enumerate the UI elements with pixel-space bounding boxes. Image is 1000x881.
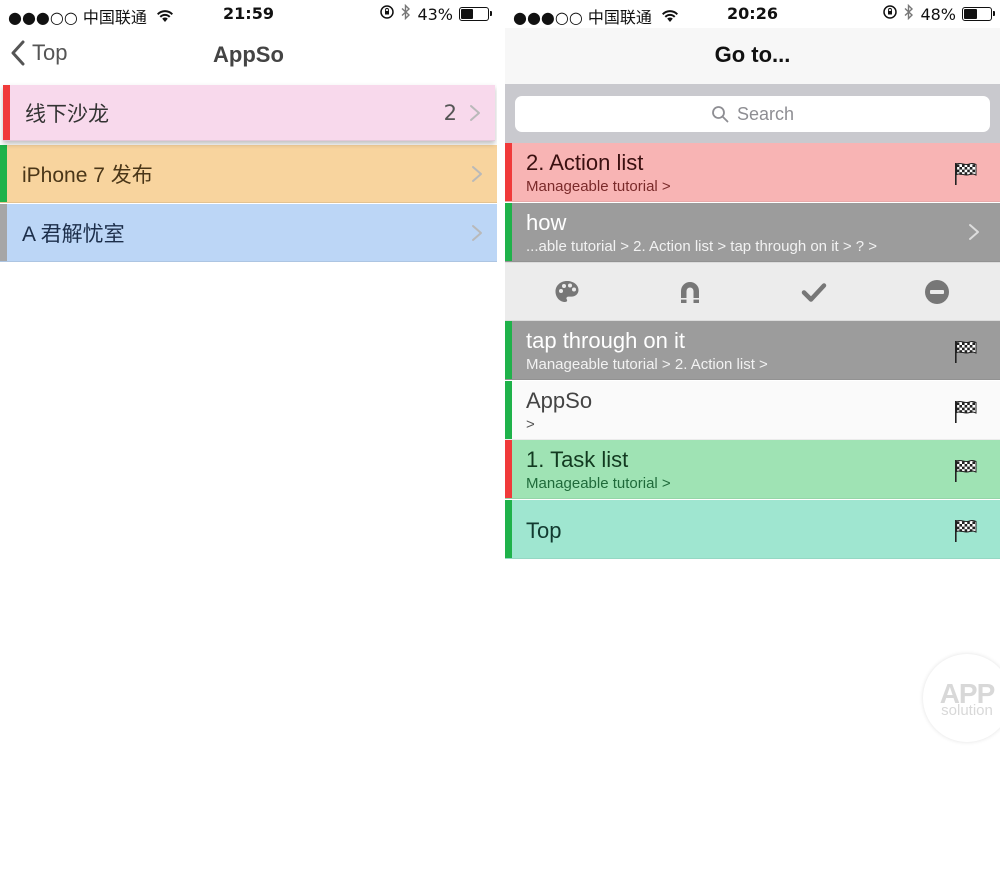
page-title: AppSo [213, 42, 284, 67]
search-input[interactable]: Search [515, 96, 990, 132]
destination-path: Manageable tutorial > 2. Action list > [526, 356, 768, 373]
list-item-label: iPhone 7 发布 [22, 163, 153, 187]
destination-path: Manageable tutorial > [526, 475, 671, 492]
status-bar: ●●●○○ 中国联通 21:59 43% [0, 0, 497, 28]
palette-icon[interactable] [553, 278, 581, 306]
list-item-label: 线下沙龙 [25, 102, 109, 126]
destination-row[interactable]: 2. Action list Manageable tutorial > [505, 143, 1000, 202]
list-item[interactable]: 线下沙龙 2 [3, 85, 495, 141]
destination-path: > [526, 415, 535, 433]
chevron-right-icon [471, 224, 483, 242]
page-title: Go to... [714, 42, 791, 67]
search-placeholder: Search [736, 103, 795, 124]
flag-icon[interactable] [952, 160, 978, 186]
destination-row[interactable]: tap through on it Manageable tutorial > 2… [505, 321, 1000, 380]
color-tag-bar [505, 499, 512, 558]
color-tag-bar [505, 321, 512, 379]
destination-title: 2. Action list [526, 150, 644, 175]
watermark-line2: solution [941, 702, 993, 719]
nav-bar: Top AppSo [0, 28, 497, 84]
list-item-label: A 君解忧室 [22, 222, 125, 246]
flag-icon[interactable] [952, 457, 978, 483]
orientation-lock-icon [882, 4, 898, 24]
status-bar: ●●●○○ 中国联通 20:26 48% [505, 0, 1000, 28]
color-tag-bar [505, 143, 512, 201]
color-tag-bar [0, 145, 7, 202]
destination-row[interactable]: 1. Task list Manageable tutorial > [505, 440, 1000, 499]
screen-divider [497, 0, 505, 881]
destination-row[interactable]: AppSo > [505, 380, 1000, 440]
search-icon [712, 106, 729, 123]
destination-row[interactable]: how ...able tutorial > 2. Action list > t… [505, 202, 1000, 262]
destination-row[interactable]: Top [505, 499, 1000, 559]
battery-icon [962, 7, 995, 21]
orientation-lock-icon [379, 4, 395, 24]
left-screen: ●●●○○ 中国联通 21:59 43% Top AppSo 线下沙龙 2 iPho… [0, 0, 497, 881]
destination-path: Manageable tutorial > [526, 178, 671, 195]
destination-title: Top [526, 517, 562, 543]
watermark-logo: APP solution [923, 654, 1000, 742]
battery-icon [459, 7, 492, 21]
list-item[interactable]: A 君解忧室 [0, 204, 497, 262]
flag-icon[interactable] [952, 517, 978, 543]
row-action-bar [505, 262, 1000, 321]
battery-percent: 48% [920, 4, 956, 24]
color-tag-bar [505, 202, 512, 261]
chevron-right-icon [968, 223, 980, 241]
flag-icon[interactable] [952, 398, 978, 424]
list-item[interactable]: iPhone 7 发布 [0, 145, 497, 203]
battery-percent: 43% [417, 4, 453, 24]
destination-title: how [526, 209, 567, 235]
item-count-badge: 2 [443, 100, 457, 125]
nav-bar: Go to... [505, 28, 1000, 84]
chevron-right-icon [471, 165, 483, 183]
color-tag-bar [0, 204, 7, 261]
destination-title: 1. Task list [526, 447, 629, 472]
color-tag-bar [3, 85, 10, 140]
search-bar: Search [505, 84, 1000, 143]
color-tag-bar [505, 440, 512, 498]
checkmark-icon[interactable] [800, 278, 828, 306]
bluetooth-icon [401, 3, 411, 24]
destination-path: ...able tutorial > 2. Action list > tap … [526, 237, 878, 255]
minus-circle-icon[interactable] [923, 278, 951, 306]
chevron-right-icon [469, 104, 481, 122]
right-screen: ●●●○○ 中国联通 20:26 48% Go to... Search 2. … [505, 0, 1000, 881]
flag-icon[interactable] [952, 338, 978, 364]
destination-title: tap through on it [526, 328, 686, 353]
color-tag-bar [505, 380, 512, 439]
bluetooth-icon [904, 3, 914, 24]
destination-title: AppSo [526, 387, 593, 413]
magnet-icon[interactable] [676, 278, 704, 306]
